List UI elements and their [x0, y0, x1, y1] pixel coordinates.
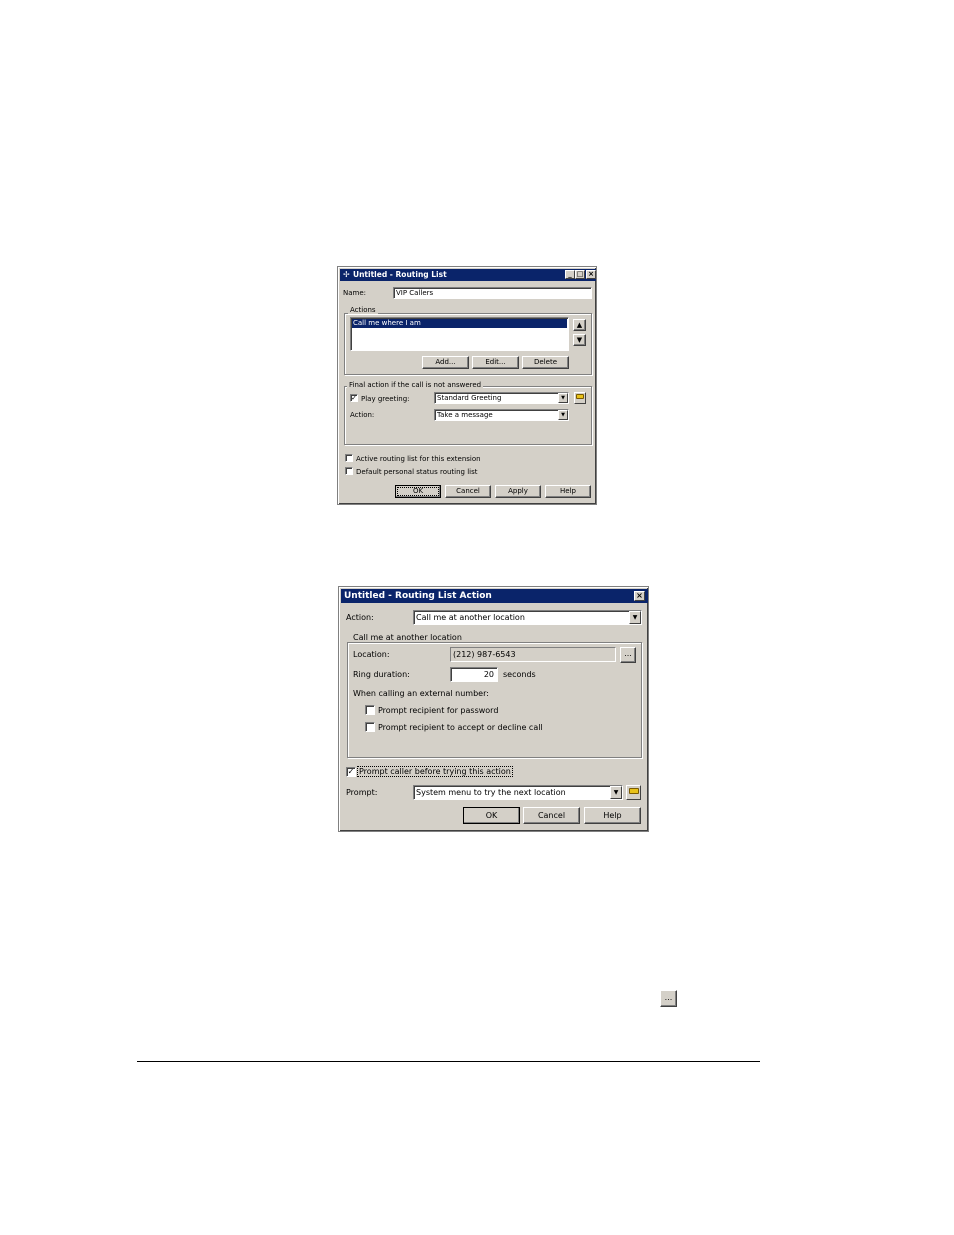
ring-duration-value: 20 [483, 670, 494, 679]
help-button[interactable]: Help [545, 485, 591, 498]
location-field[interactable]: (212) 987-6543 [450, 647, 616, 662]
cancel-button[interactable]: Cancel [523, 807, 580, 824]
ok-button[interactable]: OK [463, 807, 520, 824]
prompt-password-label: Prompt recipient for password [378, 706, 499, 715]
delete-button[interactable]: Delete [522, 356, 569, 369]
edit-button[interactable]: Edit... [472, 356, 519, 369]
location-browse-button[interactable]: ... [620, 647, 636, 663]
maximize-button[interactable]: □ [575, 270, 585, 279]
footer-divider [137, 1061, 760, 1062]
chevron-down-icon[interactable]: ▼ [558, 410, 568, 420]
chevron-down-icon[interactable]: ▼ [629, 611, 641, 624]
play-greeting-label: Play greeting: [361, 395, 410, 403]
greeting-select[interactable]: Standard Greeting ▼ [434, 392, 569, 404]
action-select[interactable]: Call me at another location ▼ [413, 610, 642, 625]
close-button[interactable]: × [634, 591, 645, 601]
actions-list-item[interactable]: Call me where I am [352, 319, 567, 328]
app-icon: ✢ [343, 270, 350, 279]
prompt-accept-checkbox[interactable] [365, 722, 375, 732]
inline-browse-icon: ... [660, 990, 677, 1007]
play-greeting-checkbox[interactable]: ✓ [350, 394, 358, 402]
name-label: Name: [343, 289, 367, 297]
folder-icon [628, 788, 639, 794]
seconds-label: seconds [503, 670, 536, 679]
action-select-value: Take a message [437, 411, 493, 419]
ring-duration-input[interactable]: 20 [450, 667, 498, 682]
prompt-caller-label: Prompt caller before trying this action [357, 766, 513, 777]
location-value: (212) 987-6543 [453, 650, 516, 659]
prompt-label: Prompt: [346, 788, 378, 797]
location-label: Location: [353, 650, 390, 659]
minimize-button[interactable]: _ [565, 270, 575, 279]
routing-action-dialog: Untitled - Routing List Action × Action:… [338, 586, 649, 832]
ok-button[interactable]: OK [395, 485, 441, 498]
external-number-label: When calling an external number: [353, 689, 489, 698]
routing-action-title: Untitled - Routing List Action [344, 591, 492, 601]
actions-list[interactable]: Call me where I am [350, 317, 569, 351]
move-up-button[interactable]: ▲ [573, 319, 586, 331]
active-routing-label: Active routing list for this extension [356, 455, 481, 463]
close-button[interactable]: × [586, 270, 596, 279]
prompt-password-checkbox[interactable] [365, 705, 375, 715]
help-button[interactable]: Help [584, 807, 641, 824]
action-label: Action: [350, 411, 375, 419]
default-status-label: Default personal status routing list [356, 468, 478, 476]
cancel-button[interactable]: Cancel [445, 485, 491, 498]
apply-button[interactable]: Apply [495, 485, 541, 498]
default-status-checkbox[interactable] [345, 467, 353, 475]
chevron-down-icon[interactable]: ▼ [558, 393, 568, 403]
ring-duration-label: Ring duration: [353, 670, 410, 679]
add-button[interactable]: Add... [422, 356, 469, 369]
routing-list-titlebar: ✢ Untitled - Routing List _ □ × [340, 269, 596, 281]
active-routing-checkbox[interactable] [345, 454, 353, 462]
prompt-caller-checkbox[interactable]: ✓ [346, 767, 356, 777]
call-location-group-label: Call me at another location [351, 633, 464, 642]
up-arrow-icon: ▲ [576, 321, 583, 329]
move-down-button[interactable]: ▼ [573, 334, 586, 346]
prompt-select[interactable]: System menu to try the next location ▼ [413, 785, 623, 800]
routing-list-title: Untitled - Routing List [353, 270, 447, 279]
down-arrow-icon: ▼ [576, 336, 583, 344]
action-select[interactable]: Take a message ▼ [434, 409, 569, 421]
action-select-value: Call me at another location [416, 613, 525, 622]
chevron-down-icon[interactable]: ▼ [610, 786, 622, 799]
greeting-select-value: Standard Greeting [437, 394, 502, 402]
final-action-group-label: Final action if the call is not answered [347, 381, 484, 389]
prompt-accept-label: Prompt recipient to accept or decline ca… [378, 723, 543, 732]
name-input-value: VIP Callers [396, 289, 434, 297]
actions-group-label: Actions [348, 306, 378, 314]
routing-list-dialog: ✢ Untitled - Routing List _ □ × Name: VI… [337, 266, 597, 505]
name-input[interactable]: VIP Callers [393, 287, 592, 299]
prompt-browse-button[interactable] [626, 785, 641, 800]
prompt-select-value: System menu to try the next location [416, 788, 566, 797]
folder-icon [576, 394, 584, 399]
greeting-browse-button[interactable] [574, 392, 586, 404]
action-label: Action: [346, 613, 374, 622]
routing-action-titlebar: Untitled - Routing List Action × [341, 589, 648, 603]
